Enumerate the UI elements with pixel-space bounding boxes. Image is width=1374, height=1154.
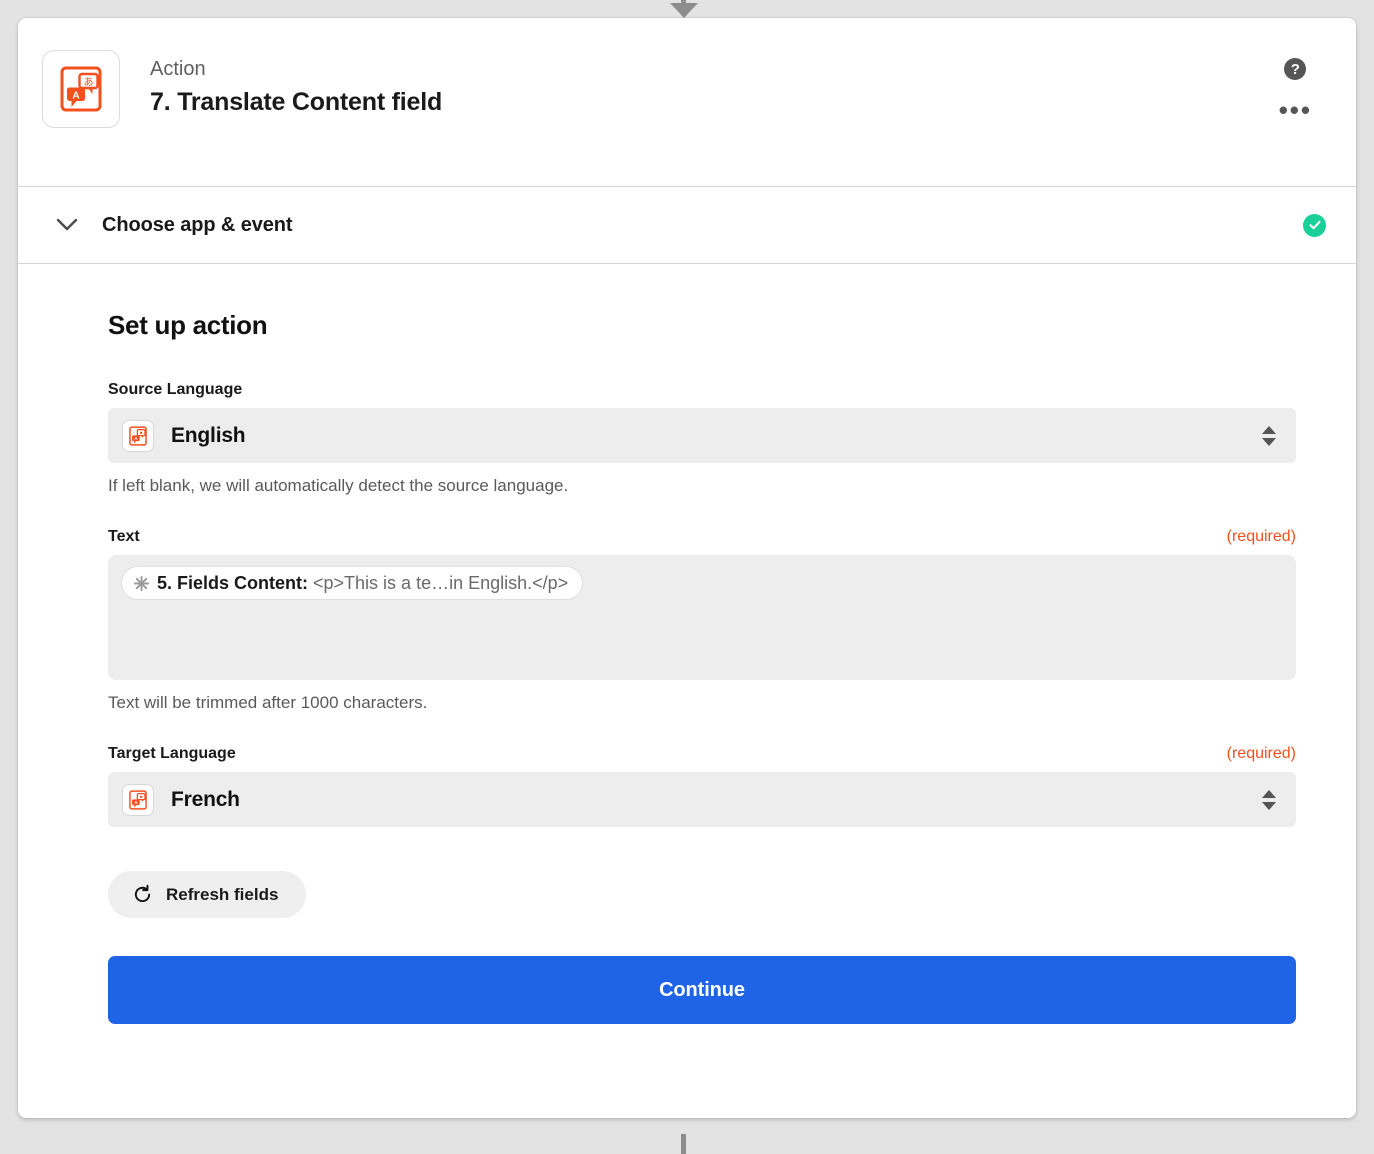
- action-step-card: あ A Action 7. Translate Content field ? …: [18, 18, 1356, 1118]
- source-language-label-row: Source Language: [108, 381, 1296, 399]
- field-text: Text (required) 5. Fields Content: <p>Th…: [108, 528, 1296, 713]
- refresh-fields-label: Refresh fields: [166, 884, 279, 904]
- connector-bottom: [0, 1134, 1374, 1154]
- target-language-required-badge: (required): [1226, 745, 1296, 762]
- token-label: 5. Fields Content:: [157, 572, 309, 593]
- source-language-select[interactable]: A English: [108, 408, 1296, 463]
- more-options-icon[interactable]: •••: [1279, 97, 1312, 123]
- asterisk-icon: [133, 575, 150, 592]
- chevron-down-icon: [54, 212, 80, 238]
- field-target-language: Target Language (required) A French: [108, 745, 1296, 827]
- connector-top: [0, 0, 1374, 20]
- help-circle-icon[interactable]: ?: [1284, 58, 1307, 80]
- source-language-value: English: [171, 423, 246, 447]
- stepper-up-arrow-icon: [1262, 789, 1276, 798]
- stepper-updown-icon[interactable]: [1262, 789, 1280, 810]
- text-label-row: Text (required): [108, 528, 1296, 546]
- header-actions: ? •••: [1279, 58, 1312, 123]
- target-language-value: French: [171, 787, 240, 811]
- refresh-fields-button[interactable]: Refresh fields: [108, 871, 307, 918]
- continue-button[interactable]: Continue: [108, 956, 1296, 1024]
- token-value: <p>This is a te…in English.</p>: [313, 572, 569, 593]
- target-language-select[interactable]: A French: [108, 772, 1296, 827]
- field-source-language: Source Language A English If left blank,…: [108, 381, 1296, 496]
- section-title-choose-app: Choose app & event: [102, 213, 293, 236]
- translate-app-icon: A: [122, 419, 154, 452]
- target-language-label: Target Language: [108, 745, 236, 762]
- check-circle-icon: [1303, 213, 1326, 237]
- text-label: Text: [108, 528, 140, 545]
- setup-action-panel: Set up action Source Language A English …: [18, 264, 1356, 1024]
- connector-arrow-down-icon: [670, 3, 698, 18]
- token-pill-fields-content[interactable]: 5. Fields Content: <p>This is a te…in En…: [122, 567, 583, 599]
- refresh-icon: [132, 884, 153, 905]
- step-header-text: Action 7. Translate Content field: [150, 56, 442, 120]
- translate-app-icon: あ A: [42, 50, 120, 128]
- stepper-down-arrow-icon: [1262, 801, 1276, 810]
- stepper-up-arrow-icon: [1262, 425, 1276, 434]
- step-header: あ A Action 7. Translate Content field ? …: [18, 18, 1356, 186]
- target-language-label-row: Target Language (required): [108, 745, 1296, 763]
- section-choose-app-and-event[interactable]: Choose app & event: [18, 187, 1356, 263]
- connector-line-bottom: [681, 1134, 686, 1154]
- page-title: 7. Translate Content field: [150, 88, 443, 116]
- text-required-badge: (required): [1226, 528, 1296, 545]
- source-language-helper-text: If left blank, we will automatically det…: [108, 476, 569, 495]
- setup-action-title: Set up action: [108, 310, 268, 340]
- text-input[interactable]: 5. Fields Content: <p>This is a te…in En…: [108, 555, 1296, 680]
- source-language-label: Source Language: [108, 381, 243, 398]
- stepper-updown-icon[interactable]: [1262, 425, 1280, 446]
- svg-text:A: A: [72, 91, 79, 102]
- text-helper-text: Text will be trimmed after 1000 characte…: [108, 693, 428, 712]
- svg-text:あ: あ: [84, 77, 94, 89]
- translate-app-icon: A: [122, 783, 154, 816]
- stepper-down-arrow-icon: [1262, 437, 1276, 446]
- step-type-label: Action: [150, 58, 206, 80]
